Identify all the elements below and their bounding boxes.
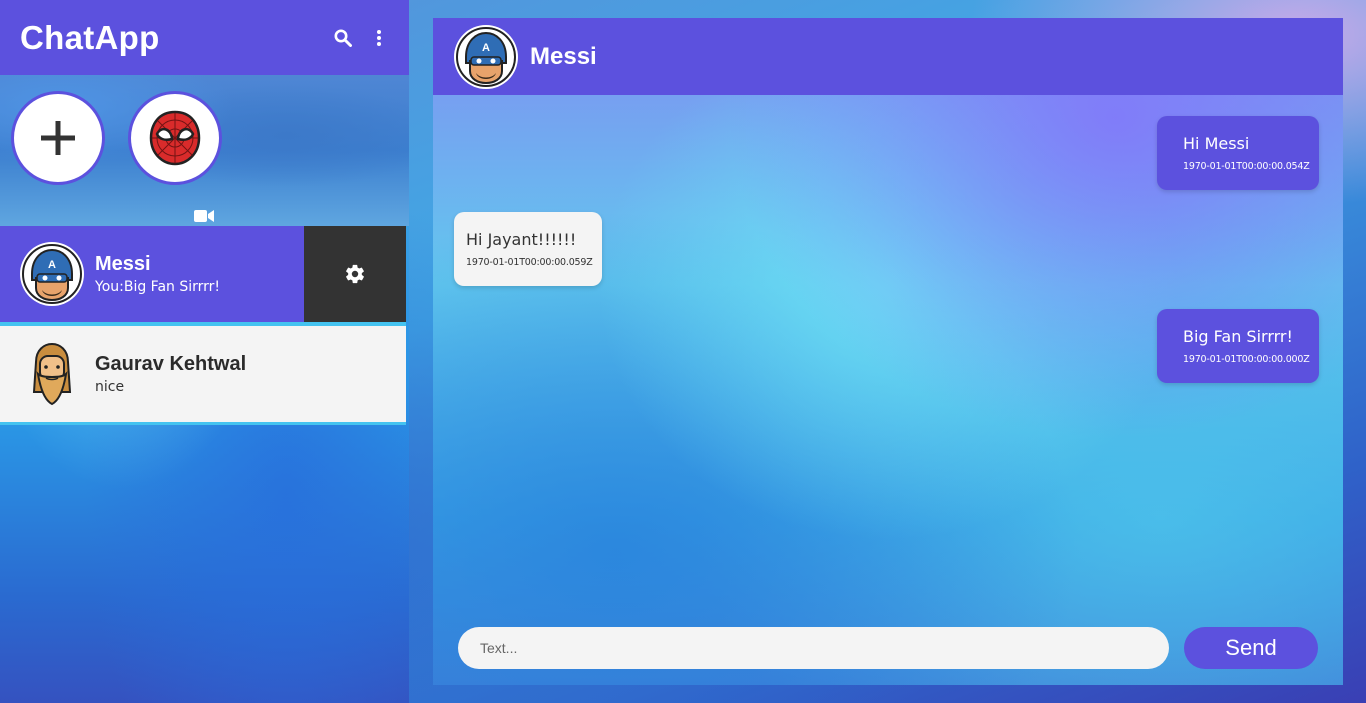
avatar[interactable]: A <box>454 24 518 89</box>
message-bubble-outgoing: Big Fan Sirrrr! 1970-01-01T00:00:00.000Z <box>1157 309 1319 383</box>
conversation-header: A Messi <box>433 18 1343 95</box>
bearded-man-avatar-icon <box>32 342 72 406</box>
message-input[interactable] <box>458 627 1169 669</box>
message-text: Big Fan Sirrrr! <box>1183 327 1293 346</box>
story-spiderman[interactable] <box>128 91 222 185</box>
message-composer: Send <box>458 627 1318 671</box>
plus-icon <box>41 121 75 155</box>
message-bubble-incoming: Hi Jayant!!!!!! 1970-01-01T00:00:00.059Z <box>454 212 602 286</box>
chat-name: Gaurav Kehtwal <box>95 353 247 375</box>
svg-text:A: A <box>48 259 56 271</box>
message-text: Hi Messi <box>1183 134 1250 153</box>
video-camera-icon[interactable] <box>194 208 214 222</box>
avatar <box>20 342 84 406</box>
chat-item-messi[interactable]: A Messi You:Big Fan Sirrrr! <box>0 226 406 322</box>
sidebar: ChatApp A Messi You:Big Fan Sirrrr! Gaur… <box>0 0 409 703</box>
chat-preview: You:Big Fan Sirrrr! <box>95 279 221 295</box>
message-time: 1970-01-01T00:00:00.054Z <box>1183 161 1310 172</box>
chat-settings-button[interactable] <box>304 226 406 322</box>
chat-text: Gaurav Kehtwal nice <box>95 353 246 395</box>
message-text: Hi Jayant!!!!!! <box>466 230 577 249</box>
message-time: 1970-01-01T00:00:00.000Z <box>1183 354 1310 365</box>
search-icon[interactable] <box>333 28 353 48</box>
app-title: ChatApp <box>20 18 160 56</box>
conversation-title: Messi <box>530 42 597 70</box>
header-actions <box>333 28 389 48</box>
chat-item-gaurav[interactable]: Gaurav Kehtwal nice <box>0 326 406 422</box>
svg-text:A: A <box>482 42 490 54</box>
spiderman-avatar-icon <box>149 110 201 166</box>
chat-text: Messi You:Big Fan Sirrrr! <box>95 253 220 295</box>
sidebar-header: ChatApp <box>0 0 409 75</box>
message-bubble-outgoing: Hi Messi 1970-01-01T00:00:00.054Z <box>1157 116 1319 190</box>
chat-name: Messi <box>95 253 151 275</box>
more-vert-icon[interactable] <box>369 28 389 48</box>
gear-icon <box>346 264 364 284</box>
captain-america-avatar-icon: A <box>456 26 516 87</box>
add-story-button[interactable] <box>11 91 105 185</box>
chat-panel: A Messi Hi Messi 1970-01-01T00:00:00.054… <box>433 18 1343 685</box>
divider <box>0 422 406 425</box>
avatar: A <box>20 242 84 306</box>
stories-strip <box>0 75 409 226</box>
captain-america-avatar-icon: A <box>22 244 82 304</box>
send-button[interactable]: Send <box>1184 627 1318 669</box>
chat-preview: nice <box>95 379 125 395</box>
message-time: 1970-01-01T00:00:00.059Z <box>466 257 593 268</box>
